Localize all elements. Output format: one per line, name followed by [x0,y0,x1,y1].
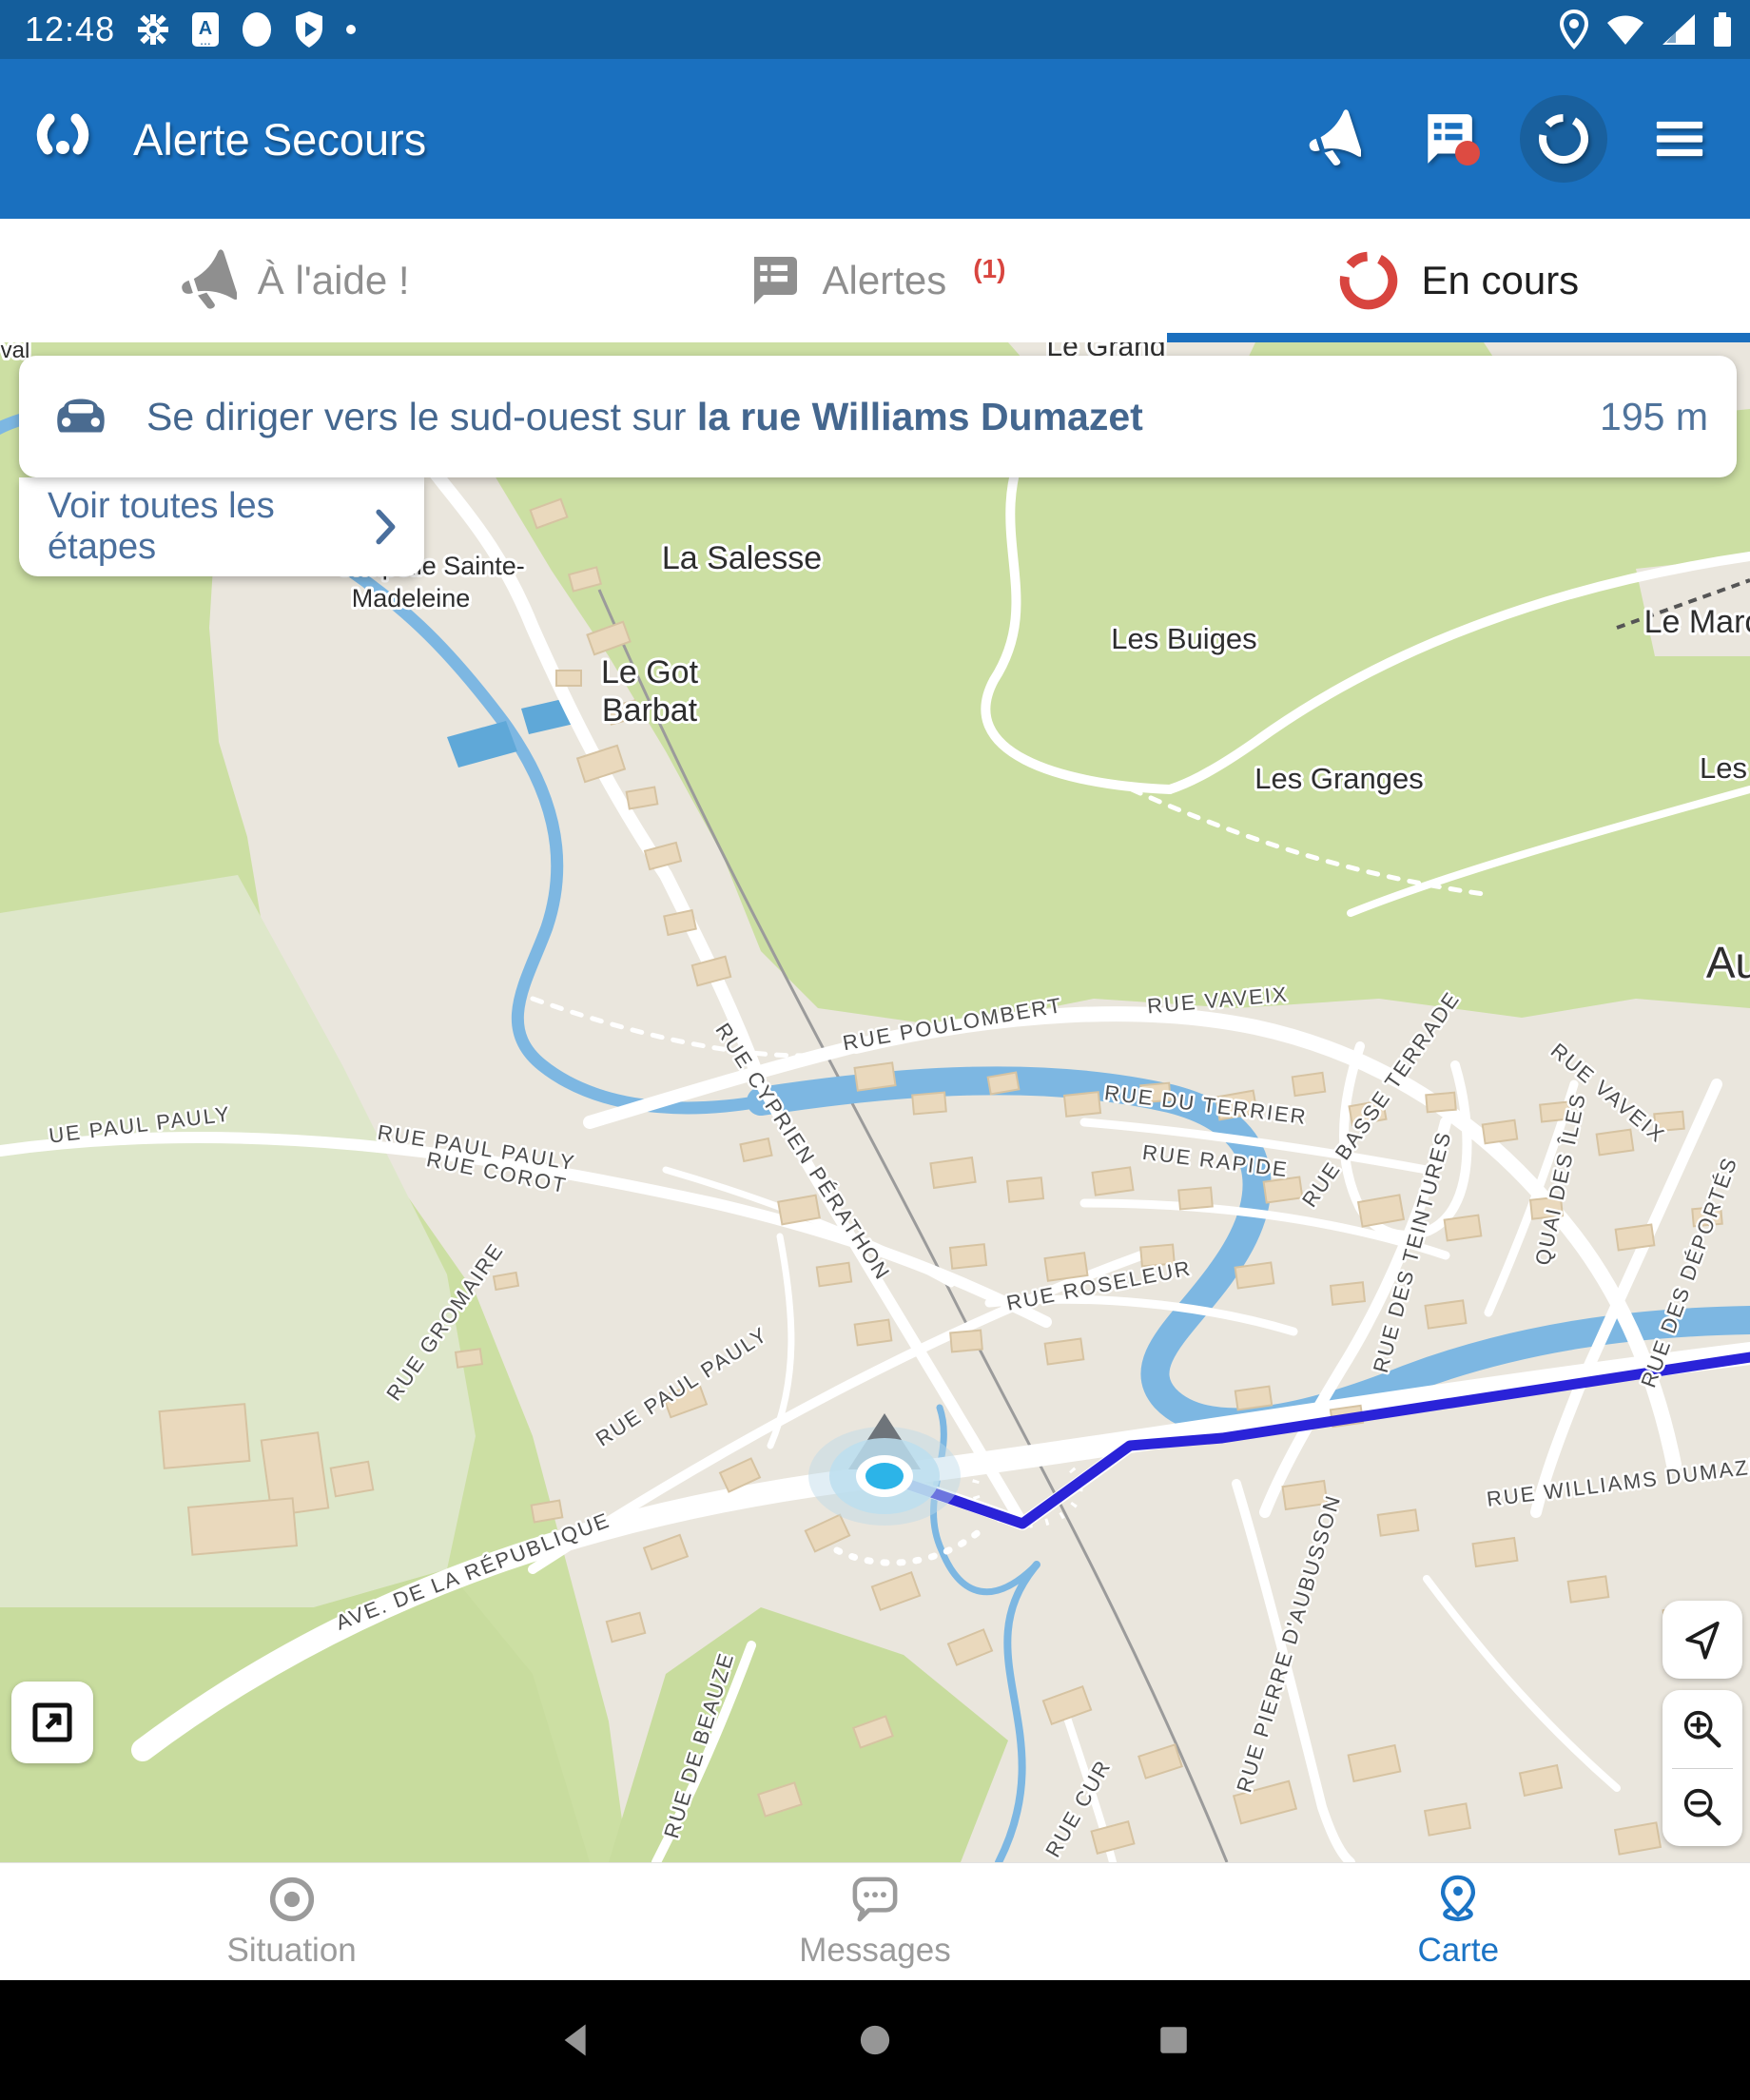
zoom-out-button[interactable] [1662,1769,1742,1846]
all-steps-label: Voir toutes les étapes [48,486,373,568]
app-bar: Alerte Secours [0,59,1750,219]
svg-text:Le Marc: Le Marc [1644,604,1750,640]
all-steps-button[interactable]: Voir toutes les étapes [19,477,424,576]
tab-bar: À l'aide ! Alertes (1) En cours [0,219,1750,342]
tab-alerts[interactable]: Alertes (1) [583,219,1166,342]
instruction-text: Se diriger vers le sud-ouest sur la rue … [146,395,1600,439]
in-progress-button[interactable] [1520,95,1607,183]
navigation-instruction-card[interactable]: Se diriger vers le sud-ouest sur la rue … [19,356,1737,477]
svg-text:Les Granges: Les Granges [1254,762,1424,795]
tab-in-progress[interactable]: En cours [1167,219,1750,342]
tab-alerts-label: Alertes [823,258,947,303]
svg-text:Madeleine: Madeleine [352,584,471,612]
status-clock: 12:48 [25,10,115,49]
nav-carte[interactable]: Carte [1167,1863,1750,1981]
svg-text:Au: Au [1706,938,1750,987]
svg-text:Les: Les [1700,751,1747,785]
megaphone-icon [174,249,237,312]
dot-notification-icon [345,24,357,35]
open-in-new-icon [29,1699,76,1746]
app-title: Alerte Secours [133,113,1288,165]
messages-nav-icon [850,1875,900,1924]
navigation-arrow-icon [1681,1618,1724,1662]
map-pin-icon [1433,1875,1483,1924]
messages-button[interactable] [1404,95,1491,183]
nav-situation-label: Situation [227,1932,357,1970]
expand-map-button[interactable] [11,1682,93,1763]
unread-badge [1455,141,1480,165]
android-navigation-bar [0,1980,1750,2100]
app-logo-icon [29,107,97,171]
compass-button[interactable] [1662,1601,1742,1679]
active-tab-indicator [1167,333,1750,342]
tab-alerts-badge: (1) [973,254,1005,284]
svg-text:Les Buiges: Les Buiges [1111,622,1256,655]
status-bar: 12:48 A ... [0,0,1750,59]
tab-help[interactable]: À l'aide ! [0,219,583,342]
keyboard-app-icon: A ... [191,11,220,48]
gear-icon [136,12,170,47]
zoom-controls [1662,1690,1742,1846]
battery-icon [1712,10,1733,49]
tab-in-progress-label: En cours [1421,258,1579,303]
svg-text:La Salesse: La Salesse [662,540,822,576]
svg-text:Barbat: Barbat [602,692,698,729]
nav-carte-label: Carte [1418,1932,1500,1970]
megaphone-button[interactable] [1288,95,1375,183]
distance-remaining: 195 m [1600,395,1708,439]
svg-text:...: ... [200,32,211,48]
android-back-button[interactable] [555,2019,597,2061]
shield-play-icon [294,10,324,49]
menu-button[interactable] [1636,95,1723,183]
wifi-icon [1605,12,1645,47]
chevron-right-icon [373,508,399,546]
circle-notification-icon [241,10,273,49]
situation-icon [267,1875,317,1924]
android-recents-button[interactable] [1153,2019,1195,2061]
tab-help-label: À l'aide ! [258,258,410,303]
location-status-icon [1558,10,1590,49]
zoom-in-button[interactable] [1662,1691,1742,1768]
nav-messages[interactable]: Messages [583,1863,1166,1981]
zoom-in-icon [1681,1707,1724,1751]
bottom-navigation: Situation Messages Carte [0,1862,1750,1981]
svg-text:Le Got: Le Got [601,654,699,690]
alerts-icon [745,252,802,309]
in-progress-icon [1337,249,1400,312]
nav-messages-label: Messages [799,1932,951,1970]
zoom-out-icon [1681,1785,1724,1829]
car-icon [46,392,116,441]
signal-icon [1661,12,1697,47]
android-home-button[interactable] [854,2019,896,2061]
nav-situation[interactable]: Situation [0,1863,583,1981]
